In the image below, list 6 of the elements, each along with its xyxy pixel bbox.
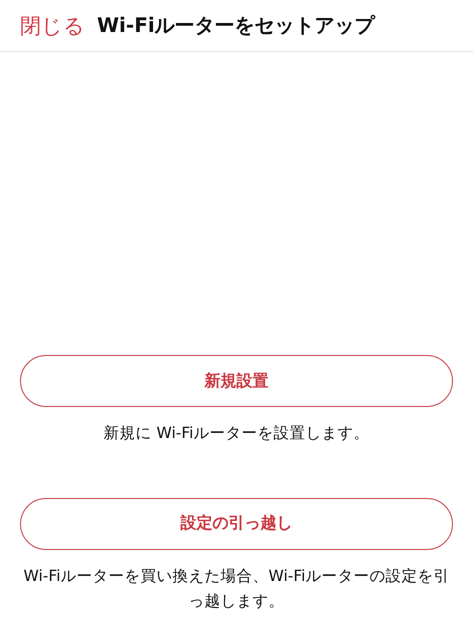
option-description: 新規に Wi-Fiルーターを設置します。 bbox=[104, 423, 370, 444]
close-button[interactable]: 閉じる bbox=[20, 12, 85, 40]
option-button[interactable]: 新規設置 bbox=[20, 355, 453, 407]
window-title: Wi-Fiルーターをセットアップ bbox=[97, 12, 375, 39]
option-description: Wi-Fiルーターを買い換えた場合、Wi-Fiルーターの設定を引っ越します。 bbox=[22, 566, 450, 612]
option-button[interactable]: 設定の引っ越し bbox=[20, 498, 453, 550]
